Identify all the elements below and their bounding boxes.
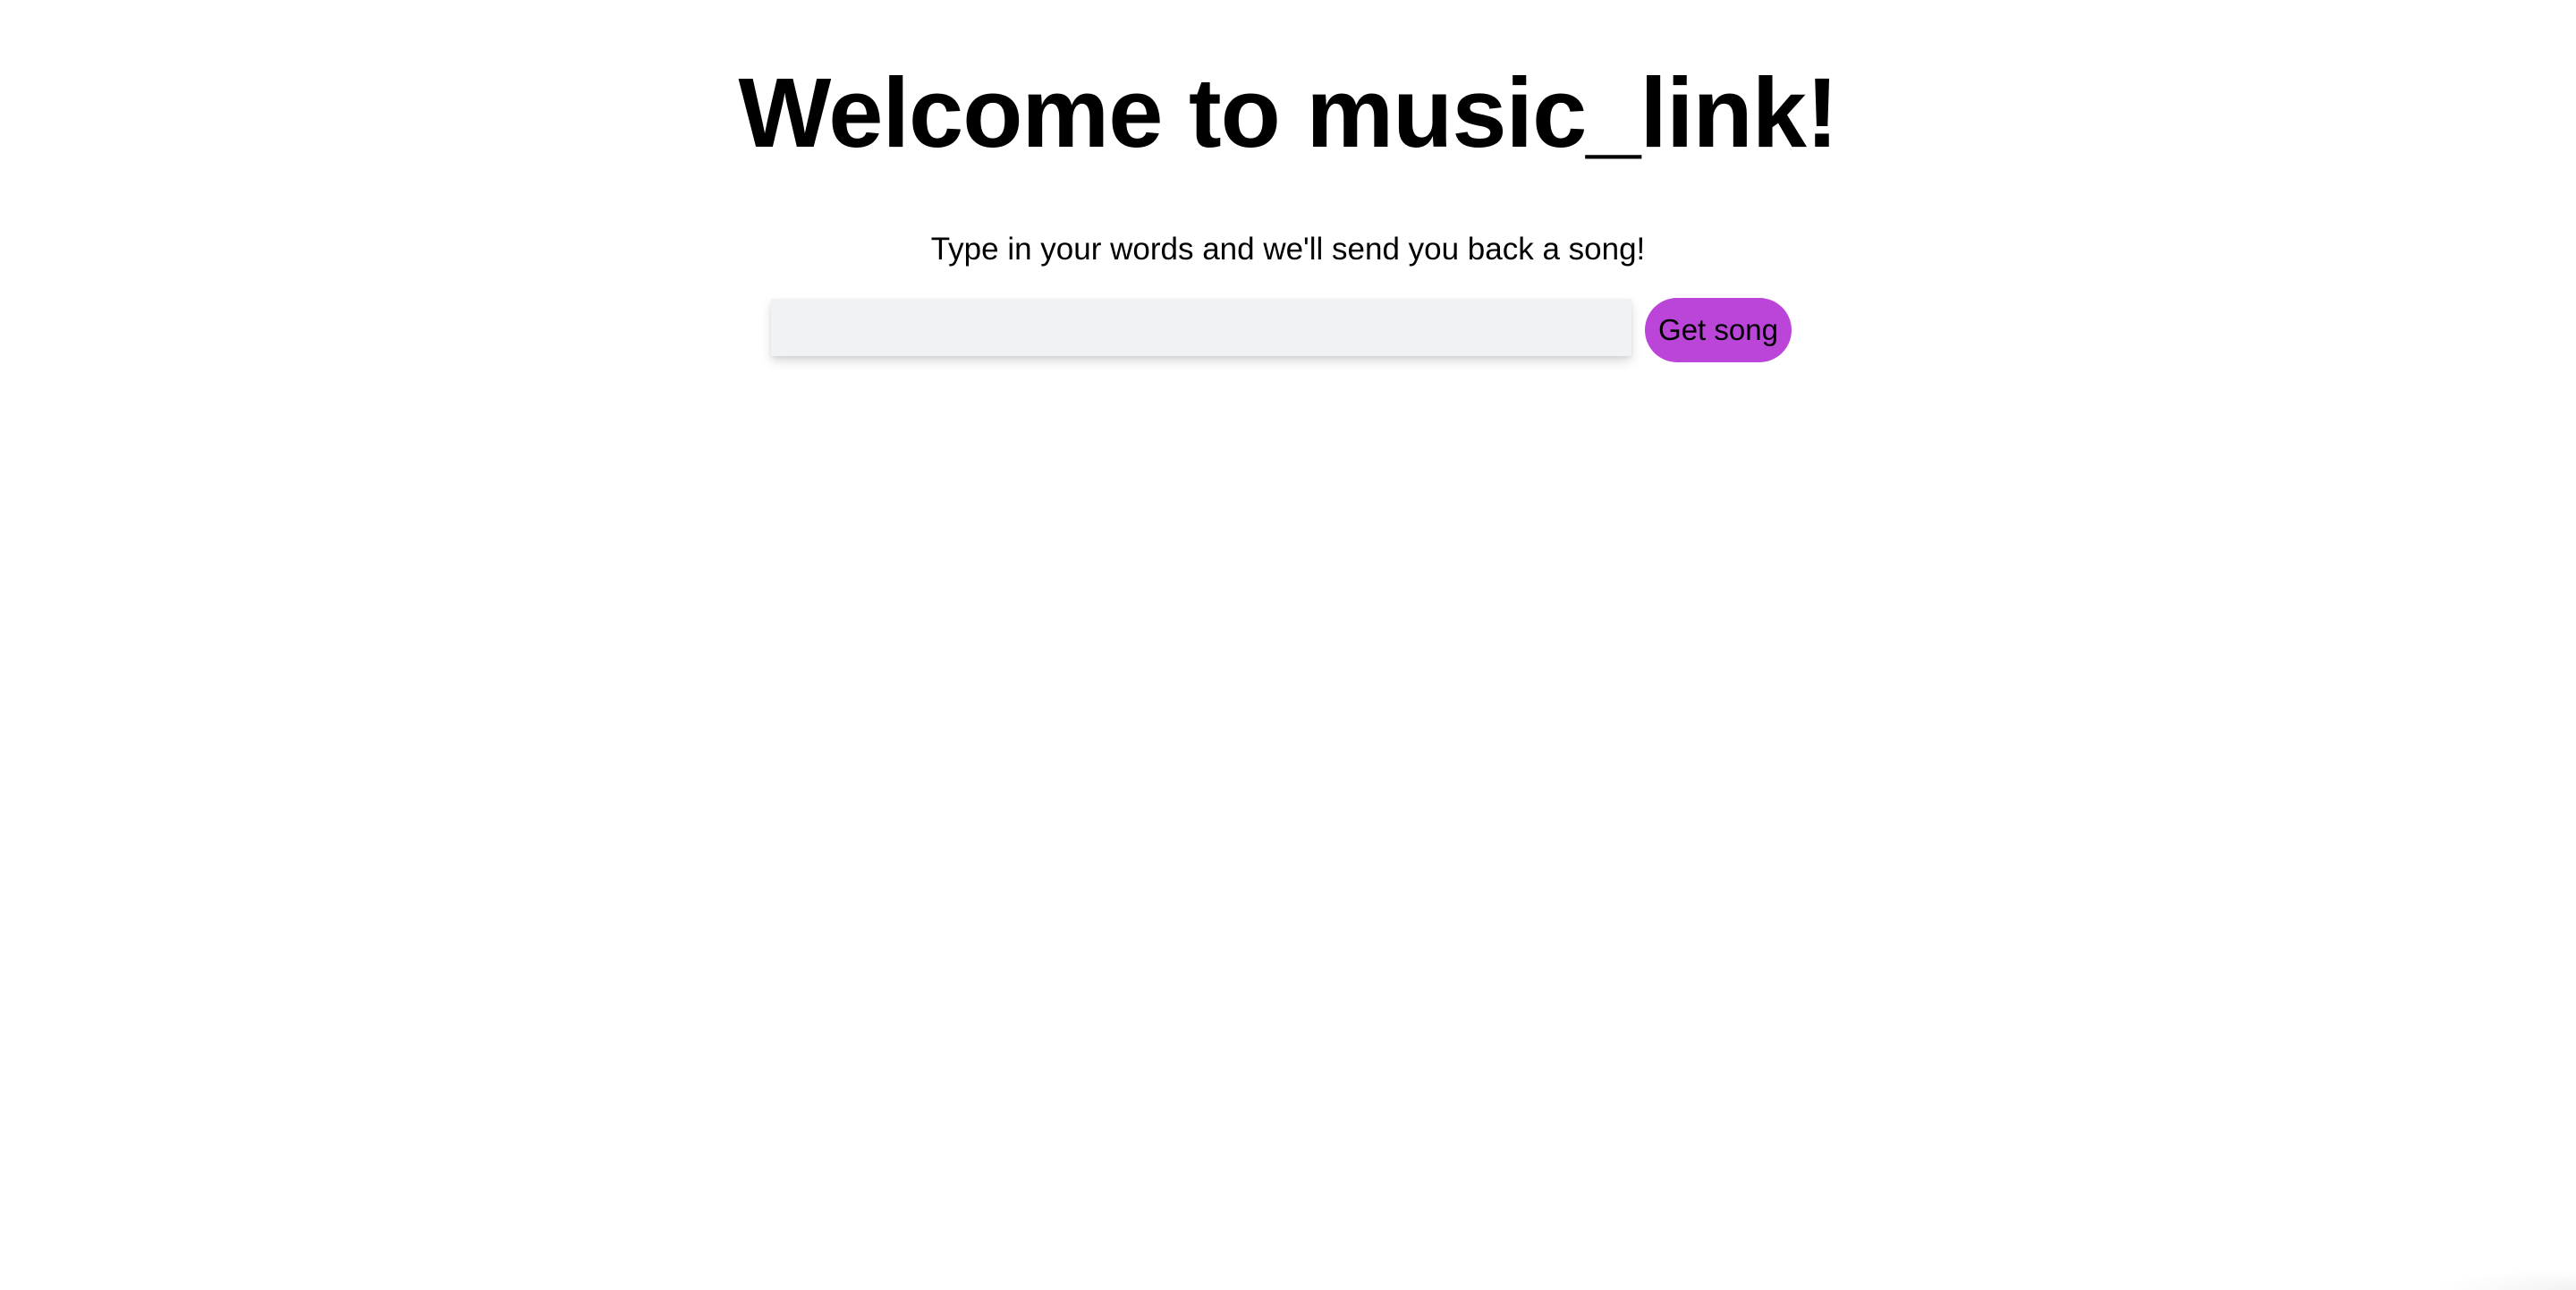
page-subtitle: Type in your words and we'll send you ba… bbox=[930, 232, 1646, 267]
words-input[interactable] bbox=[771, 299, 1631, 356]
page-title: Welcome to music_link! bbox=[738, 58, 1838, 168]
get-song-button[interactable]: Get song bbox=[1645, 298, 1792, 362]
song-search-form: Get song bbox=[771, 298, 1792, 363]
corner-shadow bbox=[2433, 1269, 2576, 1290]
page: Welcome to music_link! Type in your word… bbox=[0, 0, 2576, 1290]
